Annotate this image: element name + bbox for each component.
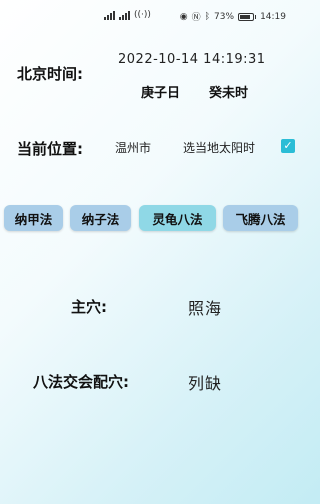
hour-ganzhi: 癸未时 bbox=[209, 86, 249, 101]
nfc-icon: Ⓝ bbox=[191, 13, 201, 23]
method-button-feiteng[interactable]: 飞腾八法 bbox=[223, 205, 298, 231]
status-icons-left: ((·)) bbox=[104, 10, 151, 20]
signal-2-icon bbox=[119, 10, 130, 20]
status-time: 14:19 bbox=[260, 11, 286, 22]
method-button-nazi[interactable]: 纳子法 bbox=[70, 205, 131, 231]
method-button-najia[interactable]: 纳甲法 bbox=[4, 205, 63, 231]
battery-icon bbox=[238, 12, 255, 21]
paired-point-label: 八法交会配穴: bbox=[33, 373, 129, 391]
day-ganzhi: 庚子日 bbox=[141, 86, 181, 101]
solar-time-label[interactable]: 选当地太阳时 bbox=[183, 139, 255, 156]
method-button-linggui[interactable]: 灵龟八法 bbox=[139, 205, 216, 231]
battery-percent: 73% bbox=[214, 11, 235, 22]
main-point-value: 照海 bbox=[188, 299, 223, 318]
beijing-time-label: 北京时间: bbox=[17, 65, 83, 83]
status-bar: ((·)) ◉ Ⓝ ᛒ 73% 14:19 bbox=[0, 0, 300, 34]
beijing-datetime: 2022-10-14 14:19:31 bbox=[118, 52, 266, 67]
location-city[interactable]: 温州市 bbox=[115, 139, 151, 156]
signal-icon bbox=[104, 10, 115, 20]
paired-point-value: 列缺 bbox=[188, 374, 223, 393]
location-label: 当前位置: bbox=[17, 140, 83, 158]
hotspot-icon: ((·)) bbox=[134, 10, 151, 20]
bluetooth-icon: ᛒ bbox=[204, 11, 211, 22]
status-icons-right: ◉ Ⓝ ᛒ 73% 14:19 bbox=[179, 10, 286, 24]
solar-time-checkbox[interactable]: ✓ bbox=[281, 139, 295, 153]
eye-icon: ◉ bbox=[179, 11, 188, 22]
main-point-label: 主穴: bbox=[71, 298, 107, 316]
